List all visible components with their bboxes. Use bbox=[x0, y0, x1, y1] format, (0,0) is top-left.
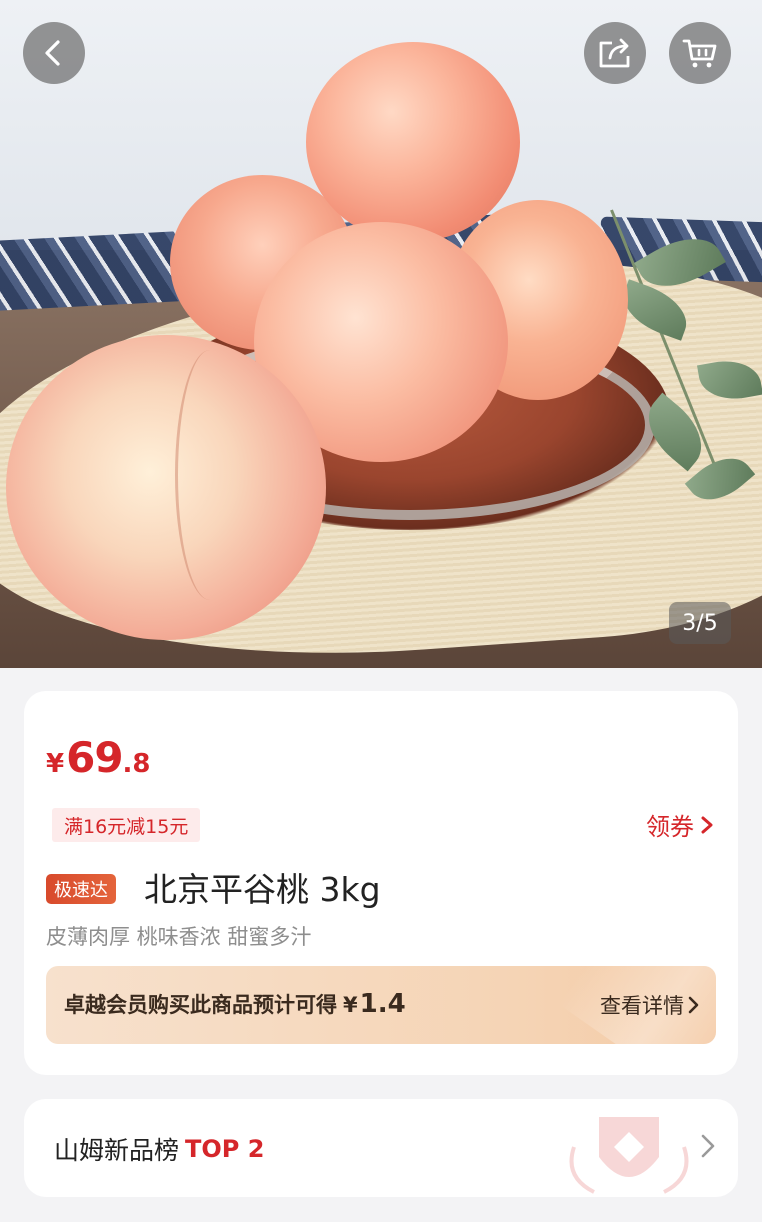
member-benefit-label: 卓越会员购买此商品预计可得 bbox=[64, 993, 337, 1017]
member-currency: ¥ bbox=[343, 993, 358, 1017]
product-subtitle: 皮薄肉厚 桃味香浓 甜蜜多汁 bbox=[46, 925, 312, 949]
cart-icon bbox=[682, 39, 717, 68]
price-integer: 69 bbox=[66, 733, 123, 782]
price-currency: ¥ bbox=[46, 749, 65, 779]
product-title: 北京平谷桃 3kg bbox=[144, 870, 381, 909]
bottom-strip bbox=[0, 1210, 762, 1222]
ranking-card[interactable]: 山姆新品榜 TOP 2 bbox=[24, 1099, 738, 1197]
view-details-link[interactable]: 查看详情 bbox=[600, 990, 700, 1020]
share-button[interactable] bbox=[584, 22, 646, 84]
peach-crease bbox=[175, 350, 245, 600]
view-details-label: 查看详情 bbox=[600, 994, 684, 1018]
peach bbox=[306, 42, 520, 242]
ranking-label: 山姆新品榜 TOP 2 bbox=[54, 1131, 264, 1167]
price-decimal: .8 bbox=[122, 749, 151, 779]
get-coupon-button[interactable]: 领券 bbox=[646, 807, 714, 842]
image-counter: 3/5 bbox=[669, 602, 731, 644]
member-benefit-bar[interactable]: 卓越会员购买此商品预计可得 ¥ 1.4 查看详情 bbox=[46, 966, 716, 1044]
product-image-carousel[interactable]: 3/5 bbox=[0, 0, 762, 668]
chevron-right-icon bbox=[701, 816, 713, 833]
promo-tag: 满16元减15元 bbox=[52, 808, 201, 842]
product-info-card: ¥ 69 .8 满16元减15元 领券 极速达 北京平谷桃 3kg 皮薄肉厚 桃… bbox=[24, 691, 738, 1075]
product-detail-page: 3/5 ¥ 69 .8 满16元减15元 领券 极速达 北京平谷桃 3kg 皮薄… bbox=[0, 0, 762, 1222]
chevron-right-icon bbox=[701, 1134, 715, 1158]
ranking-position: TOP 2 bbox=[185, 1135, 265, 1163]
back-button[interactable] bbox=[23, 22, 85, 84]
peach bbox=[6, 335, 326, 640]
member-benefit-text: 卓越会员购买此商品预计可得 ¥ 1.4 bbox=[64, 989, 406, 1019]
chevron-left-icon bbox=[45, 40, 60, 66]
member-amount: 1.4 bbox=[359, 989, 406, 1019]
cart-button[interactable] bbox=[669, 22, 731, 84]
express-badge: 极速达 bbox=[46, 874, 116, 904]
product-price: ¥ 69 .8 bbox=[46, 733, 151, 782]
share-icon bbox=[599, 38, 630, 68]
chevron-right-icon bbox=[688, 996, 699, 1014]
ranking-name: 山姆新品榜 bbox=[54, 1136, 180, 1165]
trophy-emblem-icon bbox=[569, 1117, 689, 1194]
coupon-label: 领券 bbox=[646, 813, 694, 841]
